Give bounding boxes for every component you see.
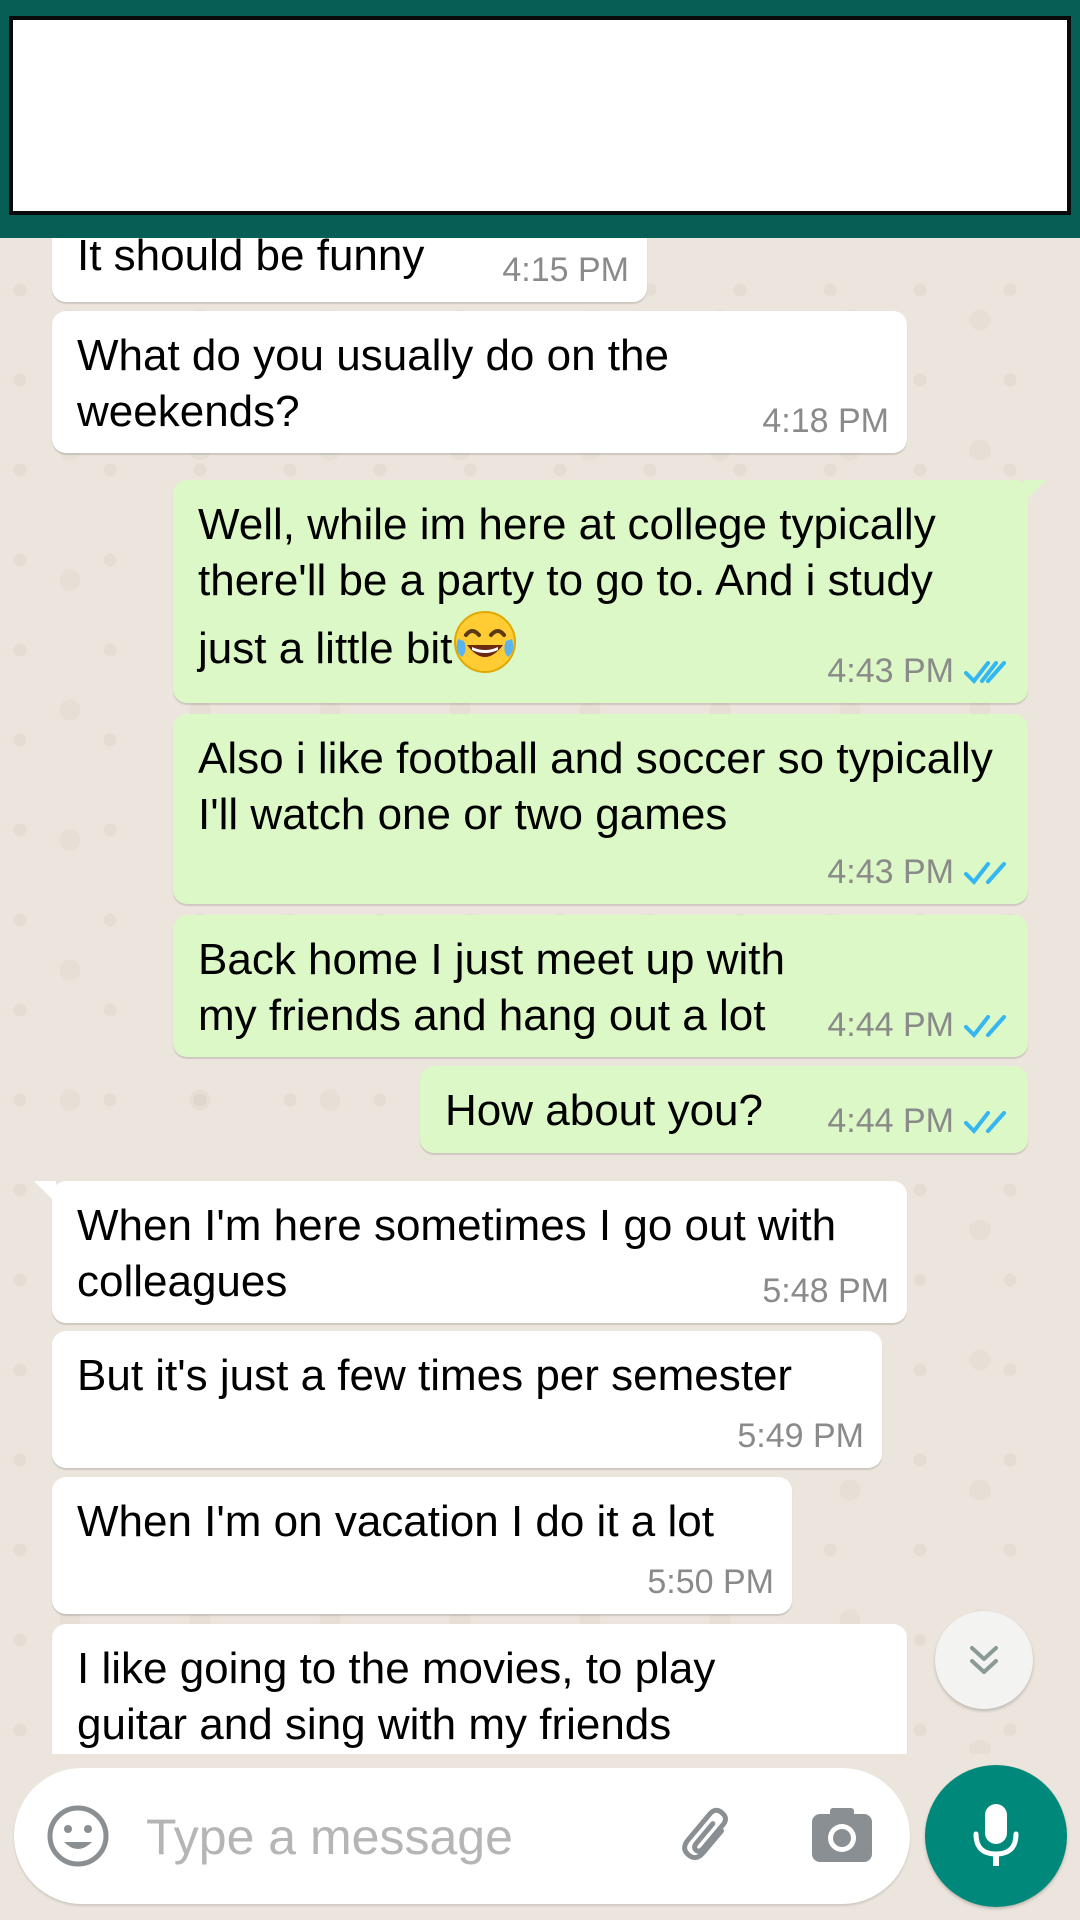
timestamp: 5:48 PM (762, 1272, 889, 1310)
message-bubble-outgoing[interactable]: Back home I just meet up with my friends… (173, 915, 1028, 1057)
double-check-icon (964, 1014, 1006, 1038)
message-text: I like going to the movies, to play guit… (77, 1644, 728, 1749)
message-bubble-outgoing[interactable]: Well, while im here at college typically… (173, 480, 1046, 703)
paperclip-icon[interactable] (674, 1802, 744, 1872)
message-text-content: Well, while im here at college typically… (198, 500, 948, 673)
message-bubble-incoming[interactable]: When I'm here sometimes I go out with co… (34, 1181, 907, 1323)
bubble-tail (34, 1181, 56, 1203)
message-time: 5:49 PM (737, 1417, 864, 1456)
timestamp: 5:49 PM (737, 1417, 864, 1455)
message-bubble-outgoing[interactable]: Also i like football and soccer so typic… (173, 714, 1028, 904)
laughing-emoji-icon (454, 611, 517, 673)
message-bubble-incoming[interactable]: What do you usually do on the weekends? … (52, 311, 907, 453)
mic-icon (973, 1804, 1019, 1866)
message-composer (14, 1768, 910, 1904)
double-chevron-down-icon (970, 1646, 998, 1674)
timestamp: 4:43 PM (827, 652, 954, 690)
voice-record-button[interactable] (925, 1765, 1067, 1907)
message-bubble-outgoing[interactable]: How about you? 4:44 PM (420, 1066, 1028, 1153)
timestamp: 5:50 PM (647, 1563, 774, 1601)
double-check-icon (964, 1110, 1006, 1134)
camera-icon[interactable] (810, 1806, 874, 1864)
timestamp: 4:15 PM (502, 251, 629, 289)
bubble-tail (1024, 480, 1046, 502)
message-text: But it's just a few times per semester (77, 1351, 793, 1400)
message-text: Back home I just meet up with my friends… (198, 935, 798, 1040)
chat-header (0, 0, 1080, 238)
message-status: 4:43 PM (827, 652, 1010, 691)
message-text: Well, while im here at college typically… (198, 497, 1008, 677)
message-text: What do you usually do on the weekends? (77, 331, 682, 436)
chat-screen: It should be funny 4:15 PM What do you u… (0, 0, 1080, 1920)
message-input[interactable] (144, 1796, 648, 1878)
message-text: Also i like football and soccer so typic… (198, 734, 1006, 839)
message-status: 4:44 PM (827, 1102, 1010, 1141)
redacted-contact-box (9, 16, 1071, 215)
message-bubble-incoming[interactable]: When I'm on vacation I do it a lot 5:50 … (52, 1477, 792, 1614)
timestamp: 4:44 PM (827, 1006, 954, 1044)
smiley-icon[interactable] (46, 1804, 110, 1868)
message-time: 5:48 PM (762, 1272, 889, 1311)
message-text: When I'm on vacation I do it a lot (77, 1497, 714, 1546)
message-text: When I'm here sometimes I go out with co… (77, 1201, 849, 1306)
scroll-to-bottom-button[interactable] (935, 1611, 1033, 1709)
timestamp: 4:43 PM (827, 853, 954, 891)
message-bubble-incoming[interactable]: But it's just a few times per semester 5… (52, 1331, 882, 1468)
message-time: 4:15 PM (502, 251, 629, 290)
timestamp: 4:18 PM (762, 402, 889, 440)
double-check-icon (964, 861, 1006, 885)
message-status: 4:43 PM (827, 853, 1010, 892)
message-time: 5:50 PM (647, 1563, 774, 1602)
double-check-icon (964, 660, 1006, 684)
message-status: 4:44 PM (827, 1006, 1010, 1045)
timestamp: 4:44 PM (827, 1102, 954, 1140)
message-time: 4:18 PM (762, 402, 889, 441)
